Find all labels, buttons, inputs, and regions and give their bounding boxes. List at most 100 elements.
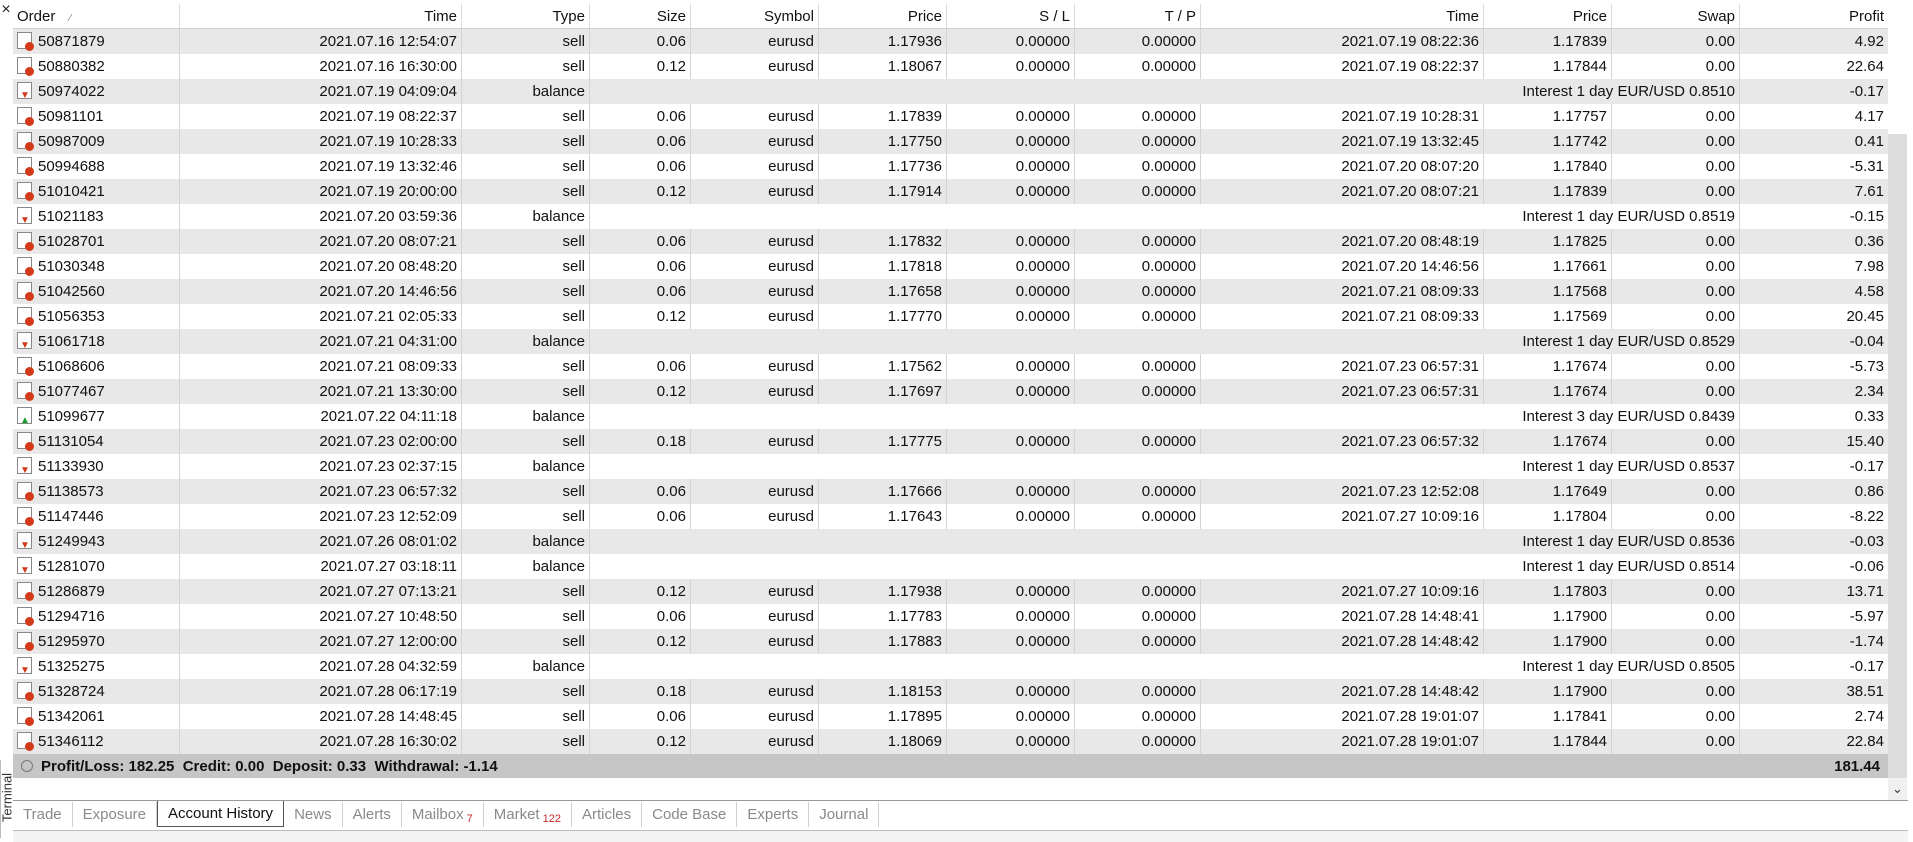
cell-size: 0.12 (590, 579, 691, 604)
column-header-symbol[interactable]: Symbol (691, 4, 819, 28)
cell-order: 51138573 (13, 479, 180, 504)
cell-order: 50871879 (13, 29, 180, 54)
table-row[interactable]: 51131054 2021.07.23 02:00:00 sell 0.18 eurus… (13, 429, 1888, 454)
cell-time: 2021.07.20 14:46:56 (180, 279, 462, 304)
order-number: 50994688 (38, 158, 105, 175)
column-header-close-time[interactable]: Time (1201, 4, 1484, 28)
cell-size: 0.12 (590, 179, 691, 204)
tab-articles[interactable]: Articles (572, 802, 643, 827)
column-header-close-price[interactable]: Price (1484, 4, 1612, 28)
table-row[interactable]: 51042560 2021.07.20 14:46:56 sell 0.06 eurus… (13, 279, 1888, 304)
close-icon[interactable]: × (0, 2, 12, 18)
cell-time: 2021.07.27 12:00:00 (180, 629, 462, 654)
tab-journal[interactable]: Journal (809, 802, 880, 827)
cell-order: 51346112 (13, 729, 180, 754)
cell-size: 0.12 (590, 629, 691, 654)
table-row[interactable]: 51061718 2021.07.21 04:31:00balanceIntere… (13, 329, 1888, 354)
order-number: 50974022 (38, 83, 105, 100)
cell-price: 1.17883 (819, 629, 947, 654)
table-row[interactable]: 51286879 2021.07.27 07:13:21 sell 0.12 eurus… (13, 579, 1888, 604)
tab-code-base[interactable]: Code Base (642, 802, 738, 827)
column-header-swap[interactable]: Swap (1612, 4, 1740, 28)
cell-type: sell (462, 504, 590, 529)
cell-type: balance (462, 529, 590, 554)
trade-icon (17, 306, 34, 326)
table-row[interactable]: 51133930 2021.07.23 02:37:15balanceIntere… (13, 454, 1888, 479)
tab-experts[interactable]: Experts (737, 802, 810, 827)
order-number: 51056353 (38, 308, 105, 325)
cell-close-time: 2021.07.28 19:01:07 (1201, 729, 1484, 754)
cell-symbol: eurusd (691, 179, 819, 204)
cell-price: 1.17562 (819, 354, 947, 379)
tab-label: Articles (581, 806, 632, 823)
table-row[interactable]: 50880382 2021.07.16 16:30:00 sell 0.12 eurus… (13, 54, 1888, 79)
table-row[interactable]: 51325275 2021.07.28 04:32:59balanceIntere… (13, 654, 1888, 679)
table-row[interactable]: 50987009 2021.07.19 10:28:33 sell 0.06 eurus… (13, 129, 1888, 154)
tab-trade[interactable]: Trade (13, 802, 73, 827)
tab-badge: 7 (466, 813, 473, 825)
cell-time: 2021.07.27 10:48:50 (180, 604, 462, 629)
tab-exposure[interactable]: Exposure (73, 802, 158, 827)
cell-close-time: 2021.07.21 08:09:33 (1201, 279, 1484, 304)
cell-time: 2021.07.23 02:00:00 (180, 429, 462, 454)
cell-order: 50880382 (13, 54, 180, 79)
sort-icon[interactable]: ⁄ (69, 13, 71, 24)
table-row[interactable]: 51138573 2021.07.23 06:57:32 sell 0.06 eurus… (13, 479, 1888, 504)
column-header-sl[interactable]: S / L (947, 4, 1075, 28)
table-row[interactable]: 50871879 2021.07.16 12:54:07 sell 0.06 eurus… (13, 29, 1888, 54)
cell-price: 1.18153 (819, 679, 947, 704)
column-header-type[interactable]: Type (462, 4, 590, 28)
table-row[interactable]: 51030348 2021.07.20 08:48:20 sell 0.06 eurus… (13, 254, 1888, 279)
table-row[interactable]: 51342061 2021.07.28 14:48:45 sell 0.06 eurus… (13, 704, 1888, 729)
trade-icon (17, 106, 34, 126)
column-header-tp[interactable]: T / P (1075, 4, 1201, 28)
cell-swap: 0.00 (1612, 354, 1740, 379)
table-row[interactable]: 51068606 2021.07.21 08:09:33 sell 0.06 eurus… (13, 354, 1888, 379)
column-header-size[interactable]: Size (590, 4, 691, 28)
table-row[interactable]: 51249943 2021.07.26 08:01:02balanceIntere… (13, 529, 1888, 554)
table-row[interactable]: 51294716 2021.07.27 10:48:50 sell 0.06 eurus… (13, 604, 1888, 629)
cell-type: sell (462, 179, 590, 204)
table-row[interactable]: 51010421 2021.07.19 20:00:00 sell 0.12 eurus… (13, 179, 1888, 204)
table-row[interactable]: 51077467 2021.07.21 13:30:00 sell 0.12 eurus… (13, 379, 1888, 404)
tab-account-history[interactable]: Account History (157, 801, 285, 827)
tab-label: Mailbox (411, 806, 464, 823)
column-header-order[interactable]: Order ⁄ (13, 4, 180, 28)
table-row[interactable]: 51028701 2021.07.20 08:07:21 sell 0.06 eurus… (13, 229, 1888, 254)
cell-order: 51281070 (13, 554, 180, 579)
cell-close-price: 1.17839 (1484, 179, 1612, 204)
vertical-scrollbar[interactable] (1888, 134, 1907, 800)
chevron-down-icon[interactable]: ⌄ (1888, 778, 1907, 800)
table-row[interactable]: 51281070 2021.07.27 03:18:11balanceIntere… (13, 554, 1888, 579)
table-row[interactable]: 50981101 2021.07.19 08:22:37 sell 0.06 eurus… (13, 104, 1888, 129)
tab-alerts[interactable]: Alerts (343, 802, 402, 827)
cell-symbol: eurusd (691, 479, 819, 504)
column-header-profit[interactable]: Profit (1740, 4, 1888, 28)
tab-mailbox[interactable]: Mailbox 7 (402, 802, 484, 827)
table-row[interactable]: 51346112 2021.07.28 16:30:02 sell 0.12 eurus… (13, 729, 1888, 754)
column-header-time[interactable]: Time (180, 4, 462, 28)
cell-sl: 0.00000 (947, 704, 1075, 729)
tab-label: Journal (819, 806, 869, 823)
table-row[interactable]: 51328724 2021.07.28 06:17:19 sell 0.18 eurus… (13, 679, 1888, 704)
table-row[interactable]: 50994688 2021.07.19 13:32:46 sell 0.06 eurus… (13, 154, 1888, 179)
table-row[interactable]: 51099677 2021.07.22 04:11:18balanceIntere… (13, 404, 1888, 429)
cell-time: 2021.07.21 08:09:33 (180, 354, 462, 379)
cell-symbol: eurusd (691, 379, 819, 404)
summary-total: 181.44 (1834, 757, 1880, 775)
table-row[interactable]: 51056353 2021.07.21 02:05:33 sell 0.12 eurus… (13, 304, 1888, 329)
tab-news[interactable]: News (284, 802, 343, 827)
cell-swap: 0.00 (1612, 304, 1740, 329)
cell-swap: 0.00 (1612, 154, 1740, 179)
cell-comment: Interest 3 day EUR/USD 0.8439 (590, 404, 1740, 429)
trade-icon (17, 131, 34, 151)
table-row[interactable]: 51295970 2021.07.27 12:00:00 sell 0.12 eurus… (13, 629, 1888, 654)
column-header-price[interactable]: Price (819, 4, 947, 28)
terminal-tabs: Trade Exposure Account History News Alerts Ma… (13, 800, 1908, 827)
table-row[interactable]: 50974022 2021.07.19 04:09:04balanceIntere… (13, 79, 1888, 104)
cell-order: 50974022 (13, 79, 180, 104)
tab-market[interactable]: Market 122 (484, 802, 572, 827)
table-row[interactable]: 51021183 2021.07.20 03:59:36balanceIntere… (13, 204, 1888, 229)
cell-time: 2021.07.27 03:18:11 (180, 554, 462, 579)
table-row[interactable]: 51147446 2021.07.23 12:52:09 sell 0.06 eurus… (13, 504, 1888, 529)
